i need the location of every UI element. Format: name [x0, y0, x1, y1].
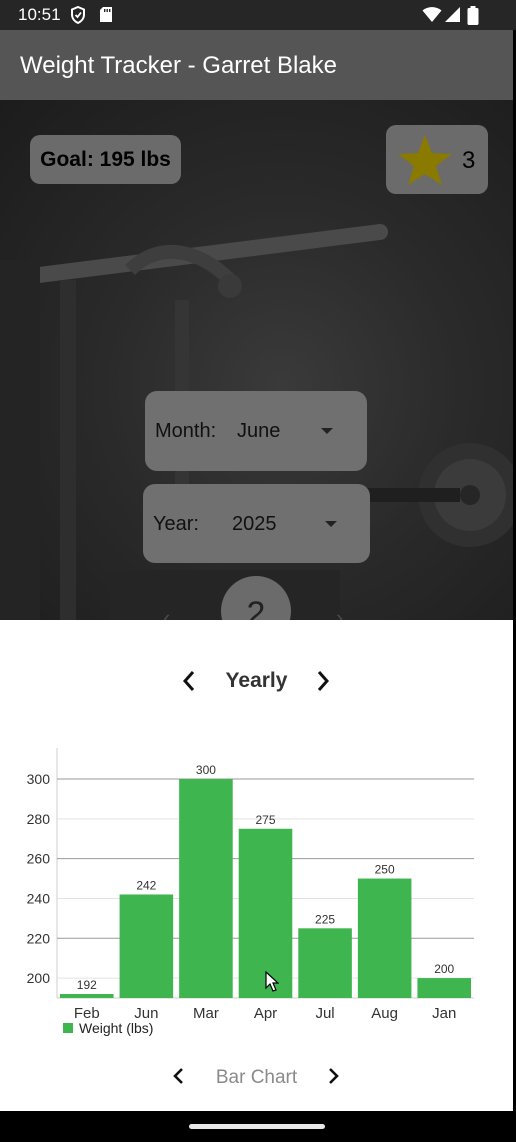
- wifi-icon: [422, 7, 442, 22]
- weight-bar-chart: 200220240260280300192Feb242Jun300Mar275A…: [27, 748, 474, 1036]
- chart-type-nav: Bar Chart: [0, 1056, 513, 1096]
- app-title: Weight Tracker - Garret Blake: [20, 52, 337, 79]
- period-label: Yearly: [225, 669, 288, 692]
- y-tick-label: 220: [27, 930, 51, 946]
- year-label: Year:: [153, 513, 199, 535]
- y-tick-label: 300: [27, 771, 51, 787]
- month-dropdown[interactable]: Month: June: [145, 391, 367, 471]
- y-tick-label: 280: [27, 811, 51, 827]
- bar-value-label: 250: [375, 863, 395, 877]
- y-tick-label: 260: [27, 851, 51, 867]
- goal-badge: Goal: 195 lbs: [30, 135, 181, 184]
- sd-card-icon: [100, 7, 112, 22]
- chevron-down-icon: [325, 521, 337, 527]
- chevron-right-icon[interactable]: [315, 670, 331, 692]
- bar[interactable]: [357, 878, 412, 998]
- bar[interactable]: [417, 978, 471, 998]
- x-tick-label: Jan: [432, 1005, 456, 1022]
- bar-value-label: 225: [315, 912, 335, 926]
- x-tick-label: Aug: [371, 1005, 398, 1022]
- status-bar: 10:51: [0, 0, 516, 30]
- bar[interactable]: [298, 928, 352, 998]
- chart-type-label: Bar Chart: [215, 1067, 298, 1088]
- bar-value-label: 275: [255, 813, 275, 827]
- chart-sheet: Yearly 200 220 240 260 280 300 192 Feb 242 Jun 300…: [0, 620, 513, 1111]
- bar-value-label: 300: [196, 763, 216, 777]
- bar-value-label: 242: [136, 878, 156, 892]
- prev-page-arrow-icon[interactable]: ‹: [163, 605, 170, 620]
- home-indicator[interactable]: [189, 1124, 325, 1129]
- star-icon: [398, 135, 452, 185]
- year-dropdown[interactable]: Year: 2025: [143, 484, 370, 563]
- bar[interactable]: [179, 779, 233, 998]
- battery-icon: [467, 6, 479, 25]
- bar-value-label: 192: [77, 978, 97, 992]
- mouse-cursor-icon: [265, 971, 279, 992]
- hero-background: Goal: 195 lbs 3 Month: June Year: 2025 ‹…: [0, 100, 513, 620]
- bar-value-label: 200: [434, 962, 454, 976]
- y-tick-label: 200: [27, 970, 51, 986]
- x-tick-label: Mar: [193, 1005, 219, 1022]
- chevron-down-icon: [321, 428, 333, 434]
- bar[interactable]: [119, 894, 174, 998]
- bar[interactable]: [60, 994, 114, 998]
- x-tick-label: Jul: [315, 1005, 334, 1022]
- y-tick-label: 240: [27, 890, 51, 906]
- month-value: June: [237, 420, 281, 442]
- month-label: Month:: [155, 420, 217, 442]
- gesture-nav-bar: [0, 1111, 516, 1142]
- stars-badge: 3: [386, 125, 488, 194]
- next-page-arrow-icon[interactable]: ›: [336, 605, 343, 620]
- legend-swatch: [63, 1023, 73, 1033]
- chevron-right-icon[interactable]: [326, 1067, 340, 1085]
- legend-label: Weight (lbs): [79, 1020, 153, 1036]
- status-time: 10:51: [18, 5, 61, 24]
- signal-icon: [445, 7, 460, 22]
- period-nav: Yearly: [0, 660, 513, 700]
- shield-icon: [71, 6, 85, 24]
- star-count: 3: [462, 147, 476, 174]
- year-value: 2025: [232, 513, 277, 535]
- x-tick-label: Apr: [254, 1005, 277, 1022]
- app-bar: Weight Tracker - Garret Blake: [0, 30, 513, 100]
